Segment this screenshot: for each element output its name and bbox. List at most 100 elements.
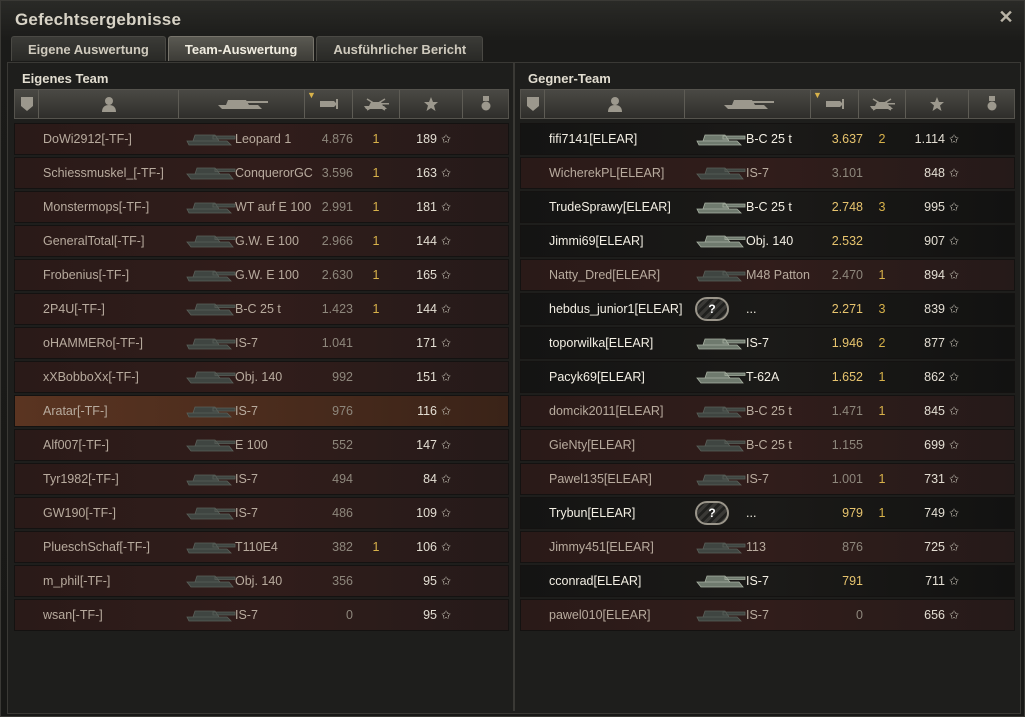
player-row[interactable]: Natty_Dred[ELEAR] M48 Patton 2.470 1 894 ✩ <box>520 259 1015 291</box>
player-row[interactable]: Jimmi69[ELEAR] Obj. 140 2.532 907 ✩ <box>520 225 1015 257</box>
tank-icon <box>185 362 237 392</box>
xp-value: 84 <box>423 472 437 486</box>
damage-value: 486 <box>332 506 353 520</box>
player-row[interactable]: cconrad[ELEAR] IS-7 791 711 ✩ <box>520 565 1015 597</box>
tank-icon[interactable] <box>685 90 811 118</box>
kills-value: 1 <box>372 302 380 316</box>
player-name: Natty_Dred[ELEAR] <box>549 268 661 282</box>
team-divider <box>513 63 515 711</box>
column-header: ▼ <box>520 89 1015 119</box>
kills-icon[interactable] <box>859 90 906 118</box>
kills-value <box>367 430 385 460</box>
xp-value: 894 <box>924 268 945 282</box>
tank-icon <box>695 464 747 494</box>
player-row[interactable]: pawel010[ELEAR] IS-7 0 656 ✩ <box>520 599 1015 631</box>
medal-icon[interactable] <box>463 90 508 118</box>
unknown-vehicle-icon: ? <box>695 294 747 324</box>
player-row[interactable]: Pawel135[ELEAR] IS-7 1.001 1 731 ✩ <box>520 463 1015 495</box>
player-row[interactable]: Trybun[ELEAR]?... 979 1 749 ✩ <box>520 497 1015 529</box>
player-row[interactable]: TrudeSprawy[ELEAR] B-C 25 t 2.748 3 995 ✩ <box>520 191 1015 223</box>
player-name: Jimmy451[ELEAR] <box>549 540 654 554</box>
tank-icon <box>185 192 237 222</box>
player-row[interactable]: 2P4U[-TF-] B-C 25 t 1.423 1 144 ✩ <box>14 293 509 325</box>
xp-star-icon: ✩ <box>441 370 452 384</box>
player-name: GW190[-TF-] <box>43 506 116 520</box>
xp-value: 699 <box>924 438 945 452</box>
medal-icon[interactable] <box>969 90 1014 118</box>
xp-star-icon: ✩ <box>441 336 452 350</box>
tank-icon[interactable] <box>179 90 305 118</box>
xp-star-icon: ✩ <box>441 132 452 146</box>
player-row[interactable]: GeneralTotal[-TF-] G.W. E 100 2.966 1 144 ✩ <box>14 225 509 257</box>
damage-value: 3.101 <box>831 166 863 180</box>
player-row[interactable]: Pacyk69[ELEAR] T-62A 1.652 1 862 ✩ <box>520 361 1015 393</box>
player-row[interactable]: WicherekPL[ELEAR] IS-7 3.101 848 ✩ <box>520 157 1015 189</box>
kills-value <box>367 362 385 392</box>
kills-value <box>367 600 385 630</box>
damage-value: 382 <box>332 540 353 554</box>
xp-star-icon: ✩ <box>441 438 452 452</box>
player-row[interactable]: oHAMMERo[-TF-] IS-7 1.041 171 ✩ <box>14 327 509 359</box>
tab-detailed-report[interactable]: Ausführlicher Bericht <box>316 36 484 61</box>
kills-value <box>873 600 891 630</box>
damage-icon[interactable]: ▼ <box>305 90 353 118</box>
xp-value: 749 <box>924 506 945 520</box>
player-row[interactable]: toporwilka[ELEAR] IS-7 1.946 2 877 ✩ <box>520 327 1015 359</box>
player-name: Alf007[-TF-] <box>43 438 109 452</box>
player-icon[interactable] <box>545 90 685 118</box>
kills-icon[interactable] <box>353 90 400 118</box>
player-name: TrudeSprawy[ELEAR] <box>549 200 671 214</box>
close-icon[interactable]: ✕ <box>998 8 1014 26</box>
xp-value: 189 <box>416 132 437 146</box>
player-row[interactable]: Monstermops[-TF-] WT auf E 100 2.991 1 181 ✩ <box>14 191 509 223</box>
damage-value: 2.966 <box>321 234 353 248</box>
damage-value: 976 <box>332 404 353 418</box>
xp-value: 725 <box>924 540 945 554</box>
damage-value: 494 <box>332 472 353 486</box>
squad-icon[interactable] <box>15 90 39 118</box>
kills-value: 1 <box>372 268 380 282</box>
kills-value: 1 <box>878 404 886 418</box>
player-name: m_phil[-TF-] <box>43 574 111 588</box>
player-name: Jimmi69[ELEAR] <box>549 234 644 248</box>
player-row[interactable]: hebdus_junior1[ELEAR]?... 2.271 3 839 ✩ <box>520 293 1015 325</box>
kills-value <box>873 430 891 460</box>
own-team-list: DoWi2912[-TF-] Leopard 1 4.876 1 189 ✩ Schiess… <box>14 123 509 633</box>
player-name: Schiessmuskel_[-TF-] <box>43 166 164 180</box>
player-row[interactable]: DoWi2912[-TF-] Leopard 1 4.876 1 189 ✩ <box>14 123 509 155</box>
kills-value: 1 <box>372 234 380 248</box>
player-row[interactable]: Jimmy451[ELEAR] 113 876 725 ✩ <box>520 531 1015 563</box>
player-row[interactable]: Tyr1982[-TF-] IS-7 494 84 ✩ <box>14 463 509 495</box>
player-name: Frobenius[-TF-] <box>43 268 130 282</box>
player-row[interactable]: Schiessmuskel_[-TF-] ConquerorGC 3.596 1 163… <box>14 157 509 189</box>
player-name: fifi7141[ELEAR] <box>549 132 638 146</box>
player-row[interactable]: wsan[-TF-] IS-7 0 95 ✩ <box>14 599 509 631</box>
player-row[interactable]: Alf007[-TF-] E 100 552 147 ✩ <box>14 429 509 461</box>
xp-value: 109 <box>416 506 437 520</box>
tank-icon <box>695 430 747 460</box>
tab-team-results[interactable]: Team-Auswertung <box>167 36 315 61</box>
player-row[interactable]: PlueschSchaf[-TF-] T110E4 382 1 106 ✩ <box>14 531 509 563</box>
player-row[interactable]: Frobenius[-TF-] G.W. E 100 2.630 1 165 ✩ <box>14 259 509 291</box>
own-team-title: Eigenes Team <box>22 71 109 86</box>
player-icon[interactable] <box>39 90 179 118</box>
tank-icon <box>185 226 237 256</box>
player-row[interactable]: m_phil[-TF-] Obj. 140 356 95 ✩ <box>14 565 509 597</box>
player-row[interactable]: domcik2011[ELEAR] B-C 25 t 1.471 1 845 ✩ <box>520 395 1015 427</box>
player-row[interactable]: fifi7141[ELEAR] B-C 25 t 3.637 2 1.114 ✩ <box>520 123 1015 155</box>
xp-star-icon[interactable] <box>400 90 463 118</box>
xp-value: 95 <box>423 574 437 588</box>
xp-star-icon: ✩ <box>441 608 452 622</box>
tank-icon <box>185 464 237 494</box>
player-row[interactable]: Aratar[-TF-] IS-7 976 116 ✩ <box>14 395 509 427</box>
kills-value: 3 <box>878 302 886 316</box>
player-name: DoWi2912[-TF-] <box>43 132 132 146</box>
player-row[interactable]: GieNty[ELEAR] B-C 25 t 1.155 699 ✩ <box>520 429 1015 461</box>
player-row[interactable]: GW190[-TF-] IS-7 486 109 ✩ <box>14 497 509 529</box>
player-row[interactable]: xXBobboXx[-TF-] Obj. 140 992 151 ✩ <box>14 361 509 393</box>
squad-icon[interactable] <box>521 90 545 118</box>
damage-icon[interactable]: ▼ <box>811 90 859 118</box>
xp-star-icon[interactable] <box>906 90 969 118</box>
tab-personal-results[interactable]: Eigene Auswertung <box>11 36 166 61</box>
xp-star-icon: ✩ <box>949 506 960 520</box>
